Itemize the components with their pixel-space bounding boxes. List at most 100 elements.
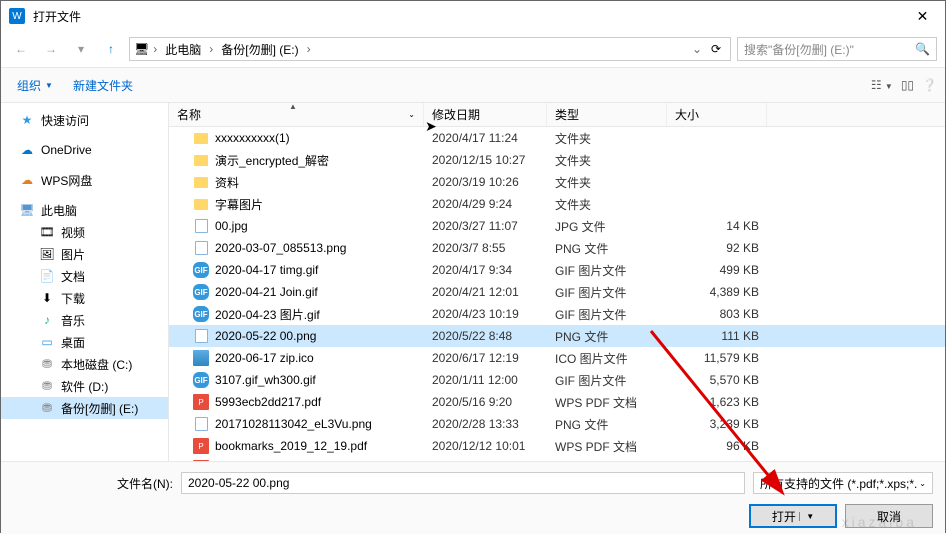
table-row[interactable]: 00.jpg2020/3/27 11:07JPG 文件14 KB xyxy=(169,215,945,237)
video-icon: 🎞 xyxy=(39,224,55,240)
search-icon: 🔍 xyxy=(915,42,930,56)
sidebar-pictures[interactable]: 🖼图片 xyxy=(1,243,168,265)
table-row[interactable]: 2020-06-17 zip.ico2020/6/17 12:19ICO 图片文… xyxy=(169,347,945,369)
table-row[interactable]: 20171028113042_eL3Vu.png2020/2/28 13:33P… xyxy=(169,413,945,435)
sidebar-diske[interactable]: ⛃备份[勿删] (E:) xyxy=(1,397,168,419)
file-name: 2020-04-17 timg.gif xyxy=(215,263,318,277)
music-icon: ♪ xyxy=(39,312,55,328)
breadcrumb-dropdown[interactable]: ⌄ xyxy=(690,42,704,56)
table-row[interactable]: Pdemo.pdf2012/7/5 10:20WPS PDF 文档24 KB xyxy=(169,457,945,461)
file-date: 2020/12/12 10:01 xyxy=(424,439,547,453)
preview-pane-button[interactable]: ▯▯ xyxy=(901,78,914,92)
chevron-right-icon: › xyxy=(207,42,215,56)
crumb-folder[interactable]: 备份[勿删] (E:) xyxy=(217,39,302,60)
refresh-button[interactable]: ⟳ xyxy=(706,42,726,56)
close-button[interactable]: ✕ xyxy=(900,1,945,31)
filetype-filter[interactable]: 所有支持的文件 (*.pdf;*.xps;*.⌄ xyxy=(753,472,933,494)
cloud-icon: ☁ xyxy=(19,142,35,158)
file-size: 14 KB xyxy=(667,219,767,233)
col-type[interactable]: 类型 xyxy=(547,103,667,126)
file-name: 2020-05-22 00.png xyxy=(215,329,316,343)
folder-icon xyxy=(193,152,209,168)
filename-input[interactable] xyxy=(181,472,745,494)
file-name: 5993ecb2dd217.pdf xyxy=(215,395,321,409)
table-row[interactable]: 演示_encrypted_解密2020/12/15 10:27文件夹 xyxy=(169,149,945,171)
file-type: PNG 文件 xyxy=(547,416,667,433)
image-icon xyxy=(193,218,209,234)
disk-icon: ⛃ xyxy=(39,400,55,416)
sidebar-thispc[interactable]: 🖥此电脑 xyxy=(1,199,168,221)
search-input[interactable]: 搜索"备份[勿删] (E:)" 🔍 xyxy=(737,37,937,61)
disk-icon: ⛃ xyxy=(39,356,55,372)
sidebar-diskd[interactable]: ⛃软件 (D:) xyxy=(1,375,168,397)
address-bar: ← → ▾ ↑ 🖥 › 此电脑 › 备份[勿删] (E:) › ⌄ ⟳ 搜索"备… xyxy=(1,31,945,67)
open-button[interactable]: 打开 ▼ xyxy=(749,504,837,528)
sidebar-downloads[interactable]: ⬇下载 xyxy=(1,287,168,309)
app-icon: W xyxy=(9,8,25,24)
file-name: 00.jpg xyxy=(215,219,248,233)
table-row[interactable]: xxxxxxxxxx(1)2020/4/17 11:24文件夹 xyxy=(169,127,945,149)
table-row[interactable]: 2020-03-07_085513.png2020/3/7 8:55PNG 文件… xyxy=(169,237,945,259)
wps-icon: ☁ xyxy=(19,172,35,188)
new-folder-button[interactable]: 新建文件夹 xyxy=(65,73,141,98)
file-size: 803 KB xyxy=(667,307,767,321)
table-row[interactable]: 2020-05-22 00.png2020/5/22 8:48PNG 文件111… xyxy=(169,325,945,347)
nav-up[interactable]: ↑ xyxy=(99,37,123,61)
file-date: 2020/5/16 9:20 xyxy=(424,395,547,409)
table-row[interactable]: GIF2020-04-17 timg.gif2020/4/17 9:34GIF … xyxy=(169,259,945,281)
search-placeholder: 搜索"备份[勿删] (E:)" xyxy=(744,41,854,58)
file-size: 499 KB xyxy=(667,263,767,277)
sidebar-quick-access[interactable]: ★快速访问 xyxy=(1,109,168,131)
file-type: WPS PDF 文档 xyxy=(547,438,667,455)
sidebar-desktop[interactable]: ▭桌面 xyxy=(1,331,168,353)
pdf-icon: P xyxy=(193,460,209,461)
sidebar-diskc[interactable]: ⛃本地磁盘 (C:) xyxy=(1,353,168,375)
file-name: xxxxxxxxxx(1) xyxy=(215,131,290,145)
file-size: 111 KB xyxy=(667,329,767,343)
pdf-icon: P xyxy=(193,438,209,454)
table-row[interactable]: GIF3107.gif_wh300.gif2020/1/11 12:00GIF … xyxy=(169,369,945,391)
file-name: 演示_encrypted_解密 xyxy=(215,152,329,169)
crumb-root[interactable]: 此电脑 xyxy=(161,39,205,60)
organize-button[interactable]: 组织▼ xyxy=(9,73,61,98)
file-date: 2020/4/29 9:24 xyxy=(424,197,547,211)
gif-icon: GIF xyxy=(193,284,209,300)
pdf-icon: P xyxy=(193,394,209,410)
nav-dropdown[interactable]: ▾ xyxy=(69,37,93,61)
file-name: 2020-04-23 图片.gif xyxy=(215,306,320,323)
nav-forward[interactable]: → xyxy=(39,37,63,61)
table-row[interactable]: 字幕图片2020/4/29 9:24文件夹 xyxy=(169,193,945,215)
sidebar-video[interactable]: 🎞视频 xyxy=(1,221,168,243)
file-name: 3107.gif_wh300.gif xyxy=(215,373,316,387)
file-type: 文件夹 xyxy=(547,152,667,169)
col-date[interactable]: 修改日期 xyxy=(424,103,547,126)
breadcrumb[interactable]: 🖥 › 此电脑 › 备份[勿删] (E:) › ⌄ ⟳ xyxy=(129,37,731,61)
window-title: 打开文件 xyxy=(33,8,900,25)
file-type: GIF 图片文件 xyxy=(547,372,667,389)
pc-icon: 🖥 xyxy=(134,42,149,56)
image-icon xyxy=(193,240,209,256)
main-area: ★快速访问 ☁OneDrive ☁WPS网盘 🖥此电脑 🎞视频 🖼图片 📄文档 … xyxy=(1,103,945,461)
gif-icon: GIF xyxy=(193,372,209,388)
view-options-button[interactable]: ☷ ▼ xyxy=(871,78,893,92)
help-icon[interactable]: ❔ xyxy=(922,78,937,92)
file-type: 文件夹 xyxy=(547,130,667,147)
table-row[interactable]: Pbookmarks_2019_12_19.pdf2020/12/12 10:0… xyxy=(169,435,945,457)
sidebar-onedrive[interactable]: ☁OneDrive xyxy=(1,139,168,161)
file-name: 字幕图片 xyxy=(215,196,263,213)
file-date: 2020/3/27 11:07 xyxy=(424,219,547,233)
col-size[interactable]: 大小 xyxy=(667,103,767,126)
table-row[interactable]: 资料2020/3/19 10:26文件夹 xyxy=(169,171,945,193)
column-headers: ▲ 名称⌄ 修改日期 类型 大小 xyxy=(169,103,945,127)
table-row[interactable]: GIF2020-04-23 图片.gif2020/4/23 10:19GIF 图… xyxy=(169,303,945,325)
file-list[interactable]: xxxxxxxxxx(1)2020/4/17 11:24文件夹演示_encryp… xyxy=(169,127,945,461)
table-row[interactable]: GIF2020-04-21 Join.gif2020/4/21 12:01GIF… xyxy=(169,281,945,303)
folder-icon xyxy=(193,174,209,190)
file-type: ICO 图片文件 xyxy=(547,350,667,367)
nav-back[interactable]: ← xyxy=(9,37,33,61)
documents-icon: 📄 xyxy=(39,268,55,284)
sidebar-music[interactable]: ♪音乐 xyxy=(1,309,168,331)
sidebar-wps[interactable]: ☁WPS网盘 xyxy=(1,169,168,191)
sidebar-documents[interactable]: 📄文档 xyxy=(1,265,168,287)
table-row[interactable]: P5993ecb2dd217.pdf2020/5/16 9:20WPS PDF … xyxy=(169,391,945,413)
